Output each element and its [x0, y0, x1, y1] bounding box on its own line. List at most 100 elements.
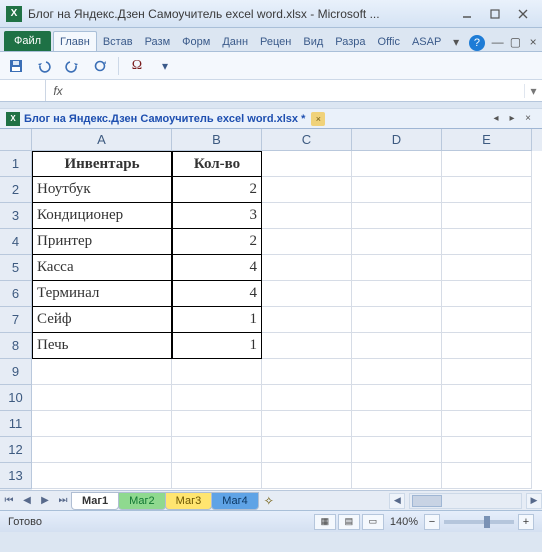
formula-input[interactable]	[70, 80, 524, 101]
hscroll-thumb[interactable]	[412, 495, 442, 507]
cell-D7[interactable]	[352, 307, 442, 333]
tab-home[interactable]: Главн	[53, 31, 97, 51]
help-icon[interactable]: ?	[469, 35, 485, 51]
cell-D3[interactable]	[352, 203, 442, 229]
cell-C4[interactable]	[262, 229, 352, 255]
sheet-nav-last-icon[interactable]: ⏭	[54, 492, 72, 510]
fx-icon[interactable]: fx	[46, 84, 70, 98]
cell-A11[interactable]	[32, 411, 172, 437]
row-header-13[interactable]: 13	[0, 463, 32, 489]
row-header-11[interactable]: 11	[0, 411, 32, 437]
ribbon-minimize-button[interactable]: ▾	[447, 33, 465, 51]
name-box[interactable]	[0, 80, 46, 101]
repeat-icon[interactable]	[90, 56, 110, 76]
cell-A9[interactable]	[32, 359, 172, 385]
zoom-slider-thumb[interactable]	[484, 516, 490, 528]
row-header-10[interactable]: 10	[0, 385, 32, 411]
cell-D2[interactable]	[352, 177, 442, 203]
cell-E12[interactable]	[442, 437, 532, 463]
tab-asap[interactable]: ASAP	[406, 32, 447, 51]
tab-developer[interactable]: Разра	[329, 32, 371, 51]
cell-E10[interactable]	[442, 385, 532, 411]
tab-formulas[interactable]: Форм	[176, 32, 216, 51]
row-header-9[interactable]: 9	[0, 359, 32, 385]
cell-B4[interactable]: 2	[172, 229, 262, 255]
doc-nav-right-icon[interactable]: ▸	[504, 112, 520, 126]
cell-A10[interactable]	[32, 385, 172, 411]
cell-D11[interactable]	[352, 411, 442, 437]
sheet-tab-Маг4[interactable]: Маг4	[211, 492, 259, 510]
cell-A8[interactable]: Печь	[32, 333, 172, 359]
view-normal-button[interactable]: ▦	[314, 514, 336, 530]
cell-D10[interactable]	[352, 385, 442, 411]
cell-E5[interactable]	[442, 255, 532, 281]
document-title[interactable]: Блог на Яндекс.Дзен Самоучитель excel wo…	[24, 113, 305, 125]
hscroll-left-button[interactable]: ◀	[389, 493, 405, 509]
view-pagelayout-button[interactable]: ▤	[338, 514, 360, 530]
column-header-D[interactable]: D	[352, 129, 442, 151]
cell-A2[interactable]: Ноутбук	[32, 177, 172, 203]
cell-E4[interactable]	[442, 229, 532, 255]
cell-D5[interactable]	[352, 255, 442, 281]
cell-D13[interactable]	[352, 463, 442, 489]
cell-A4[interactable]: Принтер	[32, 229, 172, 255]
cell-B5[interactable]: 4	[172, 255, 262, 281]
cell-C9[interactable]	[262, 359, 352, 385]
cell-C6[interactable]	[262, 281, 352, 307]
tab-view[interactable]: Вид	[297, 32, 329, 51]
cell-B1[interactable]: Кол-во	[172, 151, 262, 177]
dropdown-icon[interactable]: ▾	[155, 56, 175, 76]
save-icon[interactable]	[6, 56, 26, 76]
cell-B10[interactable]	[172, 385, 262, 411]
workbook-minimize-button[interactable]: —	[489, 33, 507, 51]
cell-A5[interactable]: Касса	[32, 255, 172, 281]
cell-B11[interactable]	[172, 411, 262, 437]
cell-D12[interactable]	[352, 437, 442, 463]
cell-E6[interactable]	[442, 281, 532, 307]
cell-C2[interactable]	[262, 177, 352, 203]
macro-icon[interactable]: Ω	[127, 56, 147, 76]
column-header-C[interactable]: C	[262, 129, 352, 151]
column-header-B[interactable]: B	[172, 129, 262, 151]
workbook-close-button[interactable]: ×	[524, 33, 542, 51]
spreadsheet-grid[interactable]: ABCDE 12345678910111213 ИнвентарьКол-воН…	[0, 128, 542, 490]
cell-B8[interactable]: 1	[172, 333, 262, 359]
row-header-1[interactable]: 1	[0, 151, 32, 177]
tab-review[interactable]: Рецен	[254, 32, 297, 51]
cell-B13[interactable]	[172, 463, 262, 489]
row-header-4[interactable]: 4	[0, 229, 32, 255]
cell-C3[interactable]	[262, 203, 352, 229]
cell-E3[interactable]	[442, 203, 532, 229]
zoom-out-button[interactable]: −	[424, 514, 440, 530]
row-header-3[interactable]: 3	[0, 203, 32, 229]
sheet-nav-prev-icon[interactable]: ◀	[18, 492, 36, 510]
column-header-A[interactable]: A	[32, 129, 172, 151]
cell-E13[interactable]	[442, 463, 532, 489]
formula-expand-button[interactable]: ▾	[524, 84, 542, 98]
sheet-tab-Маг1[interactable]: Маг1	[71, 492, 119, 510]
cell-C10[interactable]	[262, 385, 352, 411]
cell-E9[interactable]	[442, 359, 532, 385]
row-header-5[interactable]: 5	[0, 255, 32, 281]
row-header-7[interactable]: 7	[0, 307, 32, 333]
zoom-level[interactable]: 140%	[390, 516, 418, 528]
cell-A12[interactable]	[32, 437, 172, 463]
hscroll-right-button[interactable]: ▶	[526, 493, 542, 509]
view-pagebreak-button[interactable]: ▭	[362, 514, 384, 530]
select-all-corner[interactable]	[0, 129, 32, 151]
cell-C5[interactable]	[262, 255, 352, 281]
cell-B2[interactable]: 2	[172, 177, 262, 203]
cell-A6[interactable]: Терминал	[32, 281, 172, 307]
doc-nav-close-icon[interactable]: ×	[520, 112, 536, 126]
sheet-nav-first-icon[interactable]: ⏮	[0, 492, 18, 510]
cell-B12[interactable]	[172, 437, 262, 463]
close-button[interactable]	[510, 5, 536, 23]
cell-C8[interactable]	[262, 333, 352, 359]
maximize-button[interactable]	[482, 5, 508, 23]
row-header-2[interactable]: 2	[0, 177, 32, 203]
cell-C12[interactable]	[262, 437, 352, 463]
tab-file[interactable]: Файл	[4, 31, 51, 51]
cell-D6[interactable]	[352, 281, 442, 307]
hscroll-track[interactable]	[409, 493, 522, 509]
cell-D9[interactable]	[352, 359, 442, 385]
